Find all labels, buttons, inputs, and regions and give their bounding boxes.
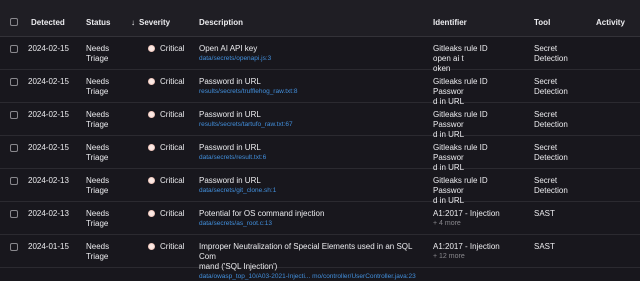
description-cell: Improper Neutralization of Special Eleme… bbox=[199, 242, 424, 281]
table-row[interactable]: 2024-02-13 Needs Triage Critical Password… bbox=[0, 168, 640, 205]
severity-badge: Critical bbox=[148, 77, 184, 86]
table-row[interactable]: 2024-02-15 Needs Triage Critical Password… bbox=[0, 102, 640, 139]
tool-cell: Secret Detection bbox=[534, 77, 568, 96]
tool-cell: SAST bbox=[534, 209, 555, 218]
row-checkbox[interactable] bbox=[10, 177, 18, 185]
file-path-link[interactable]: data/secrets/result.txt:6 bbox=[199, 153, 424, 162]
col-severity[interactable]: Severity bbox=[139, 18, 170, 27]
critical-severity-icon bbox=[148, 45, 155, 52]
vulnerability-title-link[interactable]: Password in URL bbox=[199, 143, 424, 153]
status-text: Needs Triage bbox=[86, 176, 110, 195]
detected-date: 2024-02-15 bbox=[28, 44, 69, 53]
vulnerability-title-link[interactable]: Improper Neutralization of Special Eleme… bbox=[199, 242, 424, 272]
col-description[interactable]: Description bbox=[199, 18, 243, 27]
severity-badge: Critical bbox=[148, 176, 184, 185]
vulnerability-title-link[interactable]: Password in URL bbox=[199, 77, 424, 87]
tool-cell: Secret Detection bbox=[534, 44, 568, 63]
row-checkbox[interactable] bbox=[10, 144, 18, 152]
tool-cell: Secret Detection bbox=[534, 143, 568, 162]
col-identifier[interactable]: Identifier bbox=[433, 18, 467, 27]
table-row[interactable]: 2024-01-15 Needs Triage Critical Improper… bbox=[0, 234, 640, 280]
critical-severity-icon bbox=[148, 243, 155, 250]
description-cell: Open AI API key data/secrets/openapi.js:… bbox=[199, 44, 424, 63]
table-row[interactable]: 2024-02-15 Needs Triage Critical Password… bbox=[0, 69, 640, 106]
description-cell: Password in URL data/secrets/git_clone.s… bbox=[199, 176, 424, 195]
description-cell: Potential for OS command injection data/… bbox=[199, 209, 424, 228]
sort-arrow-icon[interactable]: ↓ bbox=[131, 18, 135, 27]
col-tool[interactable]: Tool bbox=[534, 18, 550, 27]
tool-cell: Secret Detection bbox=[534, 176, 568, 195]
severity-badge: Critical bbox=[148, 110, 184, 119]
critical-severity-icon bbox=[148, 78, 155, 85]
file-path-link[interactable]: data/owasp_top_10/A03-2021-Injecti... mo… bbox=[199, 272, 424, 281]
table-row[interactable]: 2024-02-13 Needs Triage Critical Potentia… bbox=[0, 201, 640, 235]
status-text: Needs Triage bbox=[86, 143, 110, 162]
more-identifiers: + 4 more bbox=[433, 220, 461, 227]
severity-badge: Critical bbox=[148, 242, 184, 251]
detected-date: 2024-01-15 bbox=[28, 242, 69, 251]
row-checkbox[interactable] bbox=[10, 210, 18, 218]
status-text: Needs Triage bbox=[86, 209, 110, 228]
col-activity: Activity bbox=[596, 18, 625, 27]
tool-cell: SAST bbox=[534, 242, 555, 251]
status-text: Needs Triage bbox=[86, 44, 110, 63]
vulnerability-title-link[interactable]: Password in URL bbox=[199, 176, 424, 186]
file-path-link[interactable]: results/secrets/tartufo_raw.txt:67 bbox=[199, 120, 424, 129]
detected-date: 2024-02-15 bbox=[28, 110, 69, 119]
detected-date: 2024-02-15 bbox=[28, 143, 69, 152]
file-path-link[interactable]: data/secrets/git_clone.sh:1 bbox=[199, 186, 424, 195]
file-path-link[interactable]: data/secrets/as_root.c:13 bbox=[199, 219, 424, 228]
identifier-cell: A1:2017 - Injection + 12 more bbox=[433, 242, 503, 262]
table-header: Detected Status ↓ Severity Description I… bbox=[0, 0, 640, 37]
description-cell: Password in URL data/secrets/result.txt:… bbox=[199, 143, 424, 162]
vulnerability-title-link[interactable]: Potential for OS command injection bbox=[199, 209, 424, 219]
severity-badge: Critical bbox=[148, 143, 184, 152]
row-checkbox[interactable] bbox=[10, 78, 18, 86]
status-text: Needs Triage bbox=[86, 77, 110, 96]
critical-severity-icon bbox=[148, 111, 155, 118]
table-row[interactable]: 2024-02-15 Needs Triage Critical Open AI … bbox=[0, 36, 640, 73]
row-checkbox[interactable] bbox=[10, 243, 18, 251]
vulnerability-title-link[interactable]: Password in URL bbox=[199, 110, 424, 120]
critical-severity-icon bbox=[148, 177, 155, 184]
col-detected[interactable]: Detected bbox=[31, 18, 65, 27]
status-text: Needs Triage bbox=[86, 110, 110, 129]
col-status[interactable]: Status bbox=[86, 18, 110, 27]
identifier-cell: A1:2017 - Injection + 4 more bbox=[433, 209, 503, 229]
tool-cell: Secret Detection bbox=[534, 110, 568, 129]
detected-date: 2024-02-13 bbox=[28, 176, 69, 185]
status-text: Needs Triage bbox=[86, 242, 110, 261]
detected-date: 2024-02-13 bbox=[28, 209, 69, 218]
file-path-link[interactable]: results/secrets/trufflehog_raw.txt:8 bbox=[199, 87, 424, 96]
more-identifiers: + 12 more bbox=[433, 253, 465, 260]
row-checkbox[interactable] bbox=[10, 111, 18, 119]
file-path-link[interactable]: data/secrets/openapi.js:3 bbox=[199, 54, 424, 63]
severity-badge: Critical bbox=[148, 209, 184, 218]
severity-badge: Critical bbox=[148, 44, 184, 53]
critical-severity-icon bbox=[148, 210, 155, 217]
select-all-checkbox[interactable] bbox=[10, 18, 18, 26]
row-checkbox[interactable] bbox=[10, 45, 18, 53]
table-row[interactable]: 2024-02-15 Needs Triage Critical Password… bbox=[0, 135, 640, 172]
vulnerability-title-link[interactable]: Open AI API key bbox=[199, 44, 424, 54]
description-cell: Password in URL results/secrets/truffleh… bbox=[199, 77, 424, 96]
critical-severity-icon bbox=[148, 144, 155, 151]
detected-date: 2024-02-15 bbox=[28, 77, 69, 86]
description-cell: Password in URL results/secrets/tartufo_… bbox=[199, 110, 424, 129]
